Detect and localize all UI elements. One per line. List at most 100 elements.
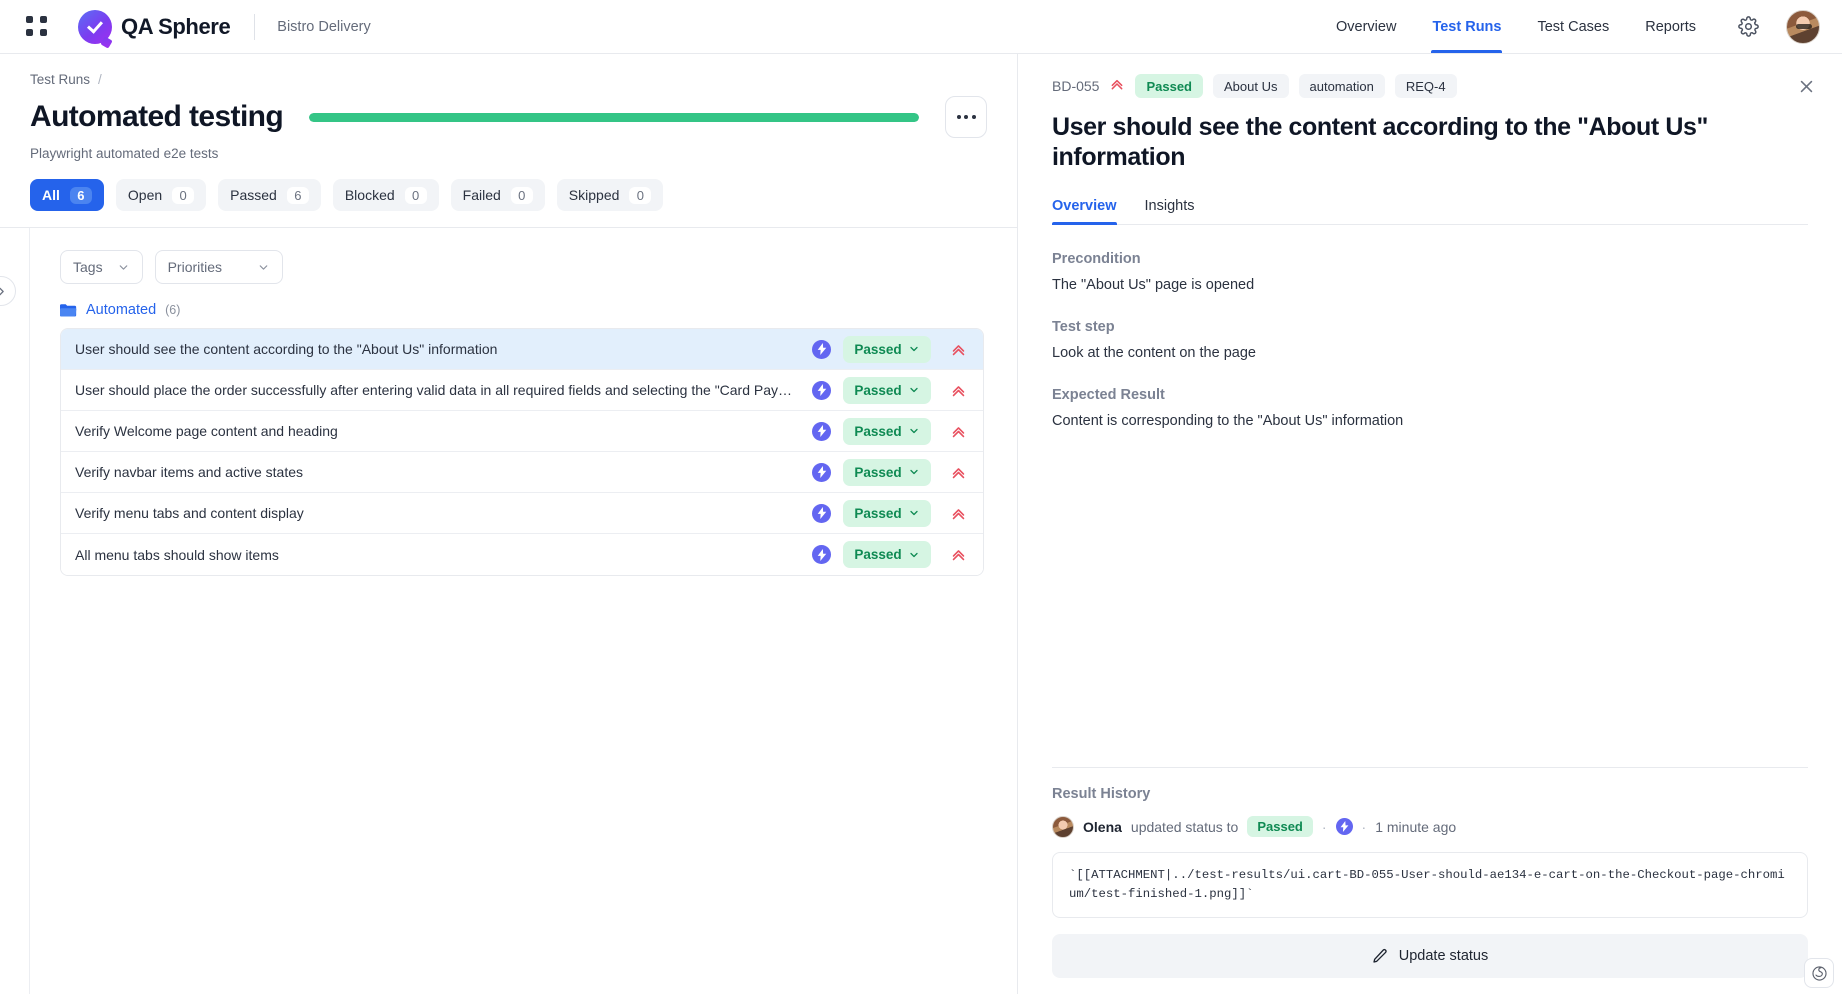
priority-high-icon[interactable] (949, 341, 967, 358)
test-status-dropdown[interactable]: Passed (843, 459, 931, 486)
test-list-row[interactable]: Verify menu tabs and content displayPass… (61, 493, 983, 534)
lightning-bolt-icon (812, 504, 831, 523)
status-chip-label: Skipped (569, 187, 620, 203)
run-header: Test Runs / Automated testing Playwright… (0, 54, 1017, 227)
tab-insights[interactable]: Insights (1145, 198, 1195, 224)
priority-high-icon[interactable] (949, 464, 967, 481)
status-filter-chips: All6Open0Passed6Blocked0Failed0Skipped0 (30, 179, 1017, 227)
separator: · (1322, 819, 1327, 835)
test-status-label: Passed (854, 465, 901, 480)
lightning-bolt-icon (812, 340, 831, 359)
result-history-label: Result History (1052, 786, 1808, 802)
gear-icon[interactable] (1736, 15, 1760, 39)
status-chip-passed[interactable]: Passed6 (218, 179, 321, 211)
test-status-dropdown[interactable]: Passed (843, 541, 931, 568)
status-chip-label: Blocked (345, 187, 395, 203)
nav-reports[interactable]: Reports (1627, 0, 1714, 53)
chevron-down-icon (908, 343, 920, 355)
filter-bar: Tags Priorities (0, 228, 1017, 284)
test-status-dropdown[interactable]: Passed (843, 336, 931, 363)
chevron-down-icon (257, 261, 270, 274)
result-history-section: Result History Olena updated status to P… (1018, 767, 1842, 994)
avatar[interactable] (1786, 10, 1820, 44)
test-key: BD-055 (1052, 78, 1099, 94)
priorities-filter-label: Priorities (168, 259, 222, 275)
test-step-text: Look at the content on the page (1052, 345, 1808, 361)
priority-high-icon[interactable] (949, 382, 967, 399)
close-icon[interactable] (1792, 72, 1820, 100)
folder-automated[interactable]: Automated (6) (0, 284, 1017, 328)
detail-content: Precondition The "About Us" page is open… (1018, 225, 1842, 767)
status-chip-skipped[interactable]: Skipped 0 (557, 179, 664, 211)
test-step-label: Test step (1052, 319, 1808, 335)
tag-about-us[interactable]: About Us (1213, 74, 1288, 98)
lightning-bolt-icon (812, 545, 831, 564)
grid-apps-icon[interactable] (26, 16, 48, 38)
history-user: Olena (1083, 819, 1122, 835)
history-status-badge: Passed (1247, 816, 1313, 837)
tag-req-4[interactable]: REQ-4 (1395, 74, 1457, 98)
shopify-badge-icon[interactable] (1804, 958, 1834, 988)
tab-overview[interactable]: Overview (1052, 198, 1117, 224)
test-list-row[interactable]: Verify navbar items and active states Pas… (61, 452, 983, 493)
divider (254, 14, 255, 40)
folder-icon (60, 303, 77, 318)
separator: · (1362, 819, 1367, 835)
status-chip-open[interactable]: Open0 (116, 179, 206, 211)
test-name: Verify Welcome page content and heading (61, 423, 800, 439)
test-status-label: Passed (854, 424, 901, 439)
lightning-bolt-icon (812, 381, 831, 400)
precondition-label: Precondition (1052, 251, 1808, 267)
test-name: User should see the content according to… (61, 341, 800, 357)
detail-tabs: Overview Insights (1052, 198, 1808, 225)
priority-high-icon[interactable] (949, 423, 967, 440)
tags-filter[interactable]: Tags (60, 250, 143, 284)
test-list: User should see the content according to… (60, 328, 984, 576)
test-run-panel: Test Runs / Automated testing Playwright… (0, 54, 1018, 994)
status-chip-count: 6 (70, 187, 92, 204)
nav-test-runs[interactable]: Test Runs (1414, 0, 1519, 53)
page-body: Test Runs / Automated testing Playwright… (0, 54, 1842, 994)
test-status-dropdown[interactable]: Passed (843, 418, 931, 445)
top-bar: QA Sphere Bistro Delivery Overview Test … (0, 0, 1842, 54)
folder-name: Automated (86, 302, 156, 318)
test-list-row[interactable]: All menu tabs should show itemsPassed (61, 534, 983, 575)
priorities-filter[interactable]: Priorities (155, 250, 283, 284)
status-chip-count: 0 (511, 187, 533, 204)
lightning-bolt-icon (1336, 818, 1353, 835)
page-title: Automated testing (30, 100, 283, 134)
run-description: Playwright automated e2e tests (30, 146, 1017, 161)
test-status-label: Passed (854, 383, 901, 398)
tags-filter-label: Tags (73, 259, 103, 275)
priority-high-icon[interactable] (949, 546, 967, 563)
breadcrumb-test-runs[interactable]: Test Runs (30, 72, 90, 87)
status-chip-label: All (42, 187, 60, 203)
status-chip-count: 0 (629, 187, 651, 204)
test-list-area: Tags Priorities Automated (6) User shoul… (0, 227, 1017, 994)
test-list-row[interactable]: User should place the order successfully… (61, 370, 983, 411)
nav-test-cases[interactable]: Test Cases (1519, 0, 1627, 53)
status-chip-failed[interactable]: Failed0 (451, 179, 545, 211)
detail-meta: BD-055 Passed About Us automation REQ-4 (1052, 74, 1808, 98)
priority-high-icon[interactable] (949, 505, 967, 522)
tag-automation[interactable]: automation (1299, 74, 1385, 98)
detail-header: BD-055 Passed About Us automation REQ-4 … (1018, 54, 1842, 172)
update-status-button[interactable]: Update status (1052, 934, 1808, 978)
nav-overview[interactable]: Overview (1318, 0, 1414, 53)
breadcrumb: Test Runs / (30, 72, 1017, 87)
test-name: Verify navbar items and active states (61, 464, 800, 480)
test-status-dropdown[interactable]: Passed (843, 377, 931, 404)
run-options-button[interactable] (945, 96, 987, 138)
workspace-name[interactable]: Bistro Delivery (277, 19, 370, 35)
status-chip-blocked[interactable]: Blocked0 (333, 179, 439, 211)
avatar (1052, 816, 1074, 838)
qa-sphere-mark-icon (78, 10, 112, 44)
lightning-bolt-icon (812, 422, 831, 441)
test-list-row[interactable]: Verify Welcome page content and heading P… (61, 411, 983, 452)
chevron-down-icon (908, 425, 920, 437)
brand-logo[interactable]: QA Sphere (78, 10, 230, 44)
status-chip-all[interactable]: All 6 (30, 179, 104, 211)
test-status-dropdown[interactable]: Passed (843, 500, 931, 527)
brand-name: QA Sphere (121, 14, 230, 40)
test-list-row[interactable]: User should see the content according to… (61, 329, 983, 370)
